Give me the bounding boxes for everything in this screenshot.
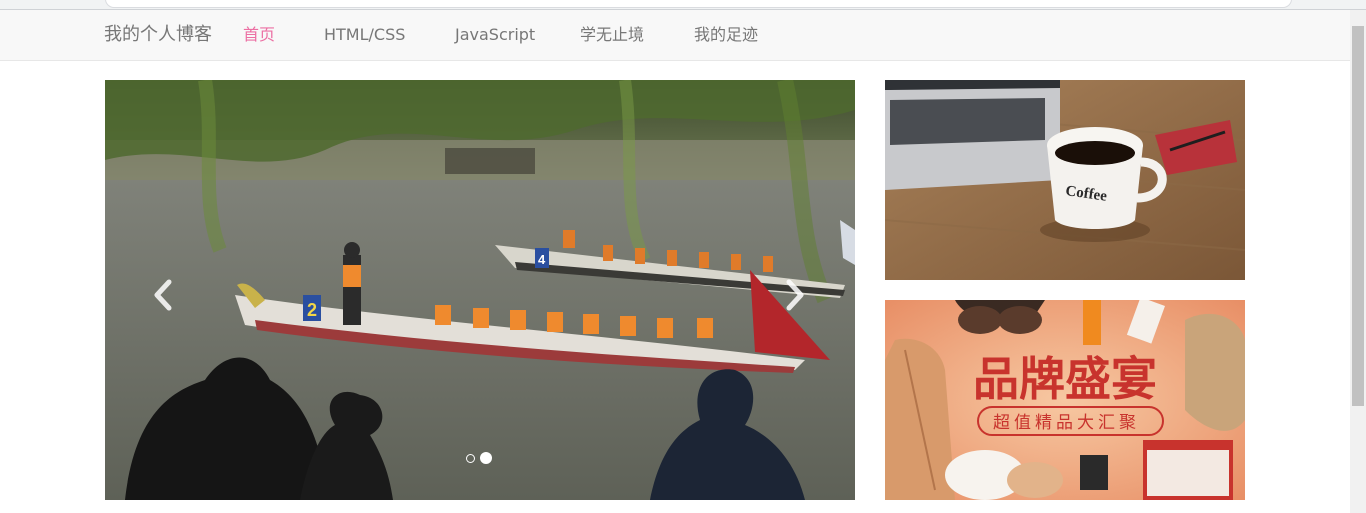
coffee-banner[interactable]: Coffee — [885, 80, 1245, 280]
carousel-indicator-2-active[interactable] — [480, 452, 492, 464]
nav-item-html-css[interactable]: HTML/CSS — [324, 24, 405, 46]
carousel-next-button[interactable] — [775, 270, 815, 320]
promo-subtitle: 超值精品大汇聚 — [993, 413, 1140, 433]
site-brand[interactable]: 我的个人博客 — [104, 23, 212, 47]
dragon-boat-photo: 4 2 — [105, 80, 855, 500]
carousel-indicator-1[interactable] — [466, 454, 475, 463]
carousel-prev-button[interactable] — [143, 270, 183, 320]
chevron-right-icon — [786, 279, 804, 311]
page-scrollbar[interactable] — [1350, 10, 1366, 513]
scrollbar-thumb[interactable] — [1352, 26, 1364, 406]
brand-promo-image: 品牌盛宴 超值精品大汇聚 — [885, 300, 1245, 500]
coffee-laptop-photo: Coffee — [885, 80, 1245, 280]
nav-item-javascript[interactable]: JavaScript — [455, 24, 535, 46]
nav-item-footprints[interactable]: 我的足迹 — [694, 24, 758, 46]
nav-item-learning[interactable]: 学无止境 — [580, 24, 644, 46]
image-carousel[interactable]: 4 2 — [105, 80, 855, 500]
boat-number-2: 2 — [307, 300, 317, 320]
address-bar[interactable] — [105, 0, 1292, 8]
nav-item-home[interactable]: 首页 — [243, 24, 275, 46]
chevron-left-icon — [154, 279, 172, 311]
boat-number-4: 4 — [538, 252, 546, 267]
brand-promo-banner[interactable]: 品牌盛宴 超值精品大汇聚 — [885, 300, 1245, 500]
navbar: 我的个人博客 首页 HTML/CSS JavaScript 学无止境 我的足迹 — [0, 10, 1350, 61]
promo-title: 品牌盛宴 — [973, 352, 1157, 406]
browser-toolbar — [0, 0, 1366, 10]
